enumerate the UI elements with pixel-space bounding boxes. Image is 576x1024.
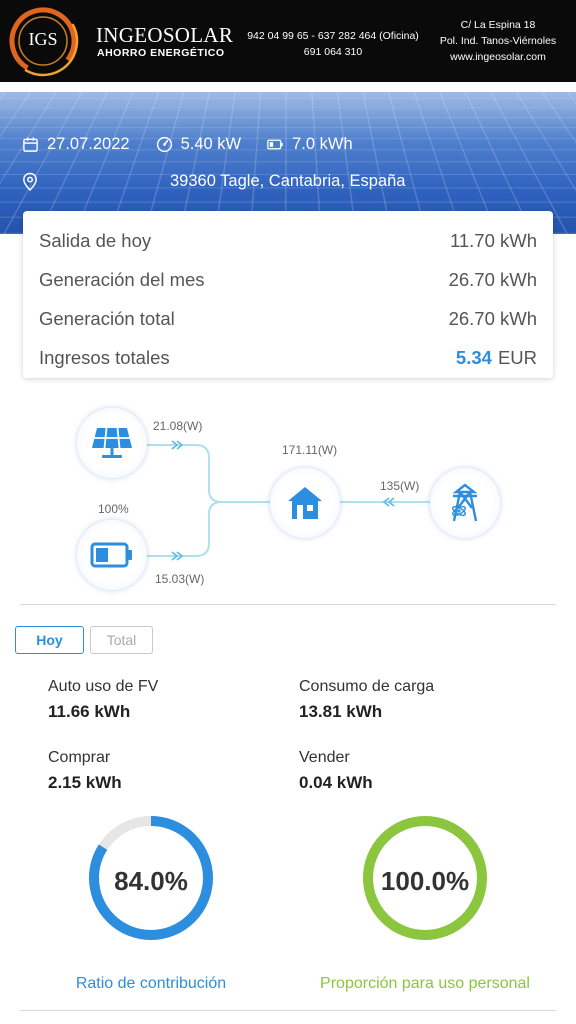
section-divider	[20, 1010, 556, 1011]
phone-line-2: 691 064 310	[303, 46, 363, 58]
summary-value: 11.70 kWh	[449, 229, 537, 251]
income-value-group: 5.34 EUR	[456, 347, 537, 369]
summary-row: Generación total 26.70 kWh	[39, 299, 537, 338]
stat-label: Comprar	[48, 749, 111, 766]
summary-label: Generación total	[39, 307, 175, 329]
location-pin-icon	[23, 172, 37, 192]
stat-self-use: Auto uso de FV 11.66 kWh	[48, 678, 158, 722]
gauge-icon	[156, 136, 172, 153]
personal-use-percent: 100.0%	[380, 866, 470, 896]
website-link[interactable]: www.ingeosolar.com	[428, 49, 568, 65]
plant-capacity: 5.40 kW	[180, 135, 242, 153]
contribution-caption: Ratio de contribución	[75, 975, 227, 992]
stat-sell: Vender 0.04 kWh	[299, 749, 373, 793]
contact-address: C/ La Espina 18 Pol. Ind. Tanos-Viérnole…	[428, 17, 568, 65]
stat-buy: Comprar 2.15 kWh	[48, 749, 122, 793]
stat-label: Auto uso de FV	[48, 678, 159, 695]
address-line-1: C/ La Espina 18	[460, 19, 536, 31]
summary-value: 26.70 kWh	[448, 307, 537, 329]
contribution-ring: 84.0%	[87, 814, 215, 942]
tab-total[interactable]: Total	[90, 626, 153, 654]
summary-row-income: Ingresos totales 5.34 EUR	[39, 338, 537, 377]
logo-text: IGS	[28, 29, 58, 49]
plant-date: 27.07.2022	[47, 135, 130, 153]
home-icon	[288, 487, 322, 519]
contact-phones: 942 04 99 65 - 637 282 464 (Oficina) 691…	[236, 28, 430, 60]
calendar-icon	[23, 137, 38, 152]
summary-value: 26.70 kWh	[448, 268, 537, 290]
battery-node[interactable]	[77, 520, 147, 590]
tab-today[interactable]: Hoy	[15, 626, 84, 654]
power-info: 5.40 kW	[156, 135, 242, 154]
date-info: 27.07.2022	[22, 135, 130, 154]
plant-location: 39360 Tagle, Cantabria, España	[170, 172, 406, 190]
grid-power-label: 135(W)	[380, 479, 420, 493]
solar-panel-icon	[92, 427, 132, 458]
income-label: Ingresos totales	[39, 346, 170, 368]
brand-name: INGEOSOLAR	[96, 23, 234, 47]
stat-load: Consumo de carga 13.81 kWh	[299, 678, 434, 722]
solar-power-label: 21.08(W)	[153, 419, 203, 433]
battery-icon	[90, 542, 132, 568]
home-power-label: 171.11(W)	[282, 443, 338, 457]
stat-value: 0.04 kWh	[299, 773, 373, 792]
power-tower-icon	[452, 483, 478, 522]
company-logo: IGS	[6, 5, 80, 77]
personal-use-caption: Proporción para uso personal	[320, 975, 530, 992]
energy-summary-card: Salida de hoy 11.70 kWh Generación del m…	[23, 211, 553, 378]
plant-info-row: 27.07.2022 5.40 kW 7.0 kWh	[22, 135, 379, 154]
section-divider	[20, 604, 556, 605]
stat-value: 13.81 kWh	[299, 702, 383, 721]
summary-row: Salida de hoy 11.70 kWh	[39, 221, 537, 260]
battery-capacity: 7.0 kWh	[292, 135, 353, 153]
stat-value: 11.66 kWh	[48, 702, 131, 721]
brand-tagline: AHORRO ENERGÉTICO	[97, 47, 225, 59]
summary-row: Generación del mes 26.70 kWh	[39, 260, 537, 299]
income-value: 5.34	[455, 346, 492, 368]
summary-label: Generación del mes	[39, 268, 205, 290]
solar-node[interactable]	[77, 408, 147, 478]
contribution-percent: 84.0%	[114, 866, 188, 896]
stat-label: Vender	[299, 749, 350, 766]
stat-value: 2.15 kWh	[48, 773, 122, 792]
battery-soc-label: 100%	[98, 502, 129, 516]
brand: INGEOSOLAR AHORRO ENERGÉTICO	[96, 24, 233, 60]
battery-icon	[267, 139, 283, 150]
home-node[interactable]	[270, 468, 340, 538]
grid-node[interactable]	[430, 468, 500, 538]
address-line-2: Pol. Ind. Tanos-Viérnoles	[439, 35, 557, 47]
battery-power-label: 15.03(W)	[155, 572, 205, 586]
app-header: IGS INGEOSOLAR AHORRO ENERGÉTICO 942 04 …	[0, 0, 576, 82]
battery-info: 7.0 kWh	[267, 135, 353, 154]
personal-use-ring: 100.0%	[361, 814, 489, 942]
income-unit: EUR	[497, 346, 537, 368]
energy-flow-diagram: 21.08(W) 100% 15.03(W) 171.11(W) 135(W)	[0, 395, 576, 600]
stat-label: Consumo de carga	[299, 678, 435, 695]
summary-label: Salida de hoy	[39, 229, 152, 251]
phone-line-1: 942 04 99 65 - 637 282 464 (Oficina)	[247, 30, 419, 42]
